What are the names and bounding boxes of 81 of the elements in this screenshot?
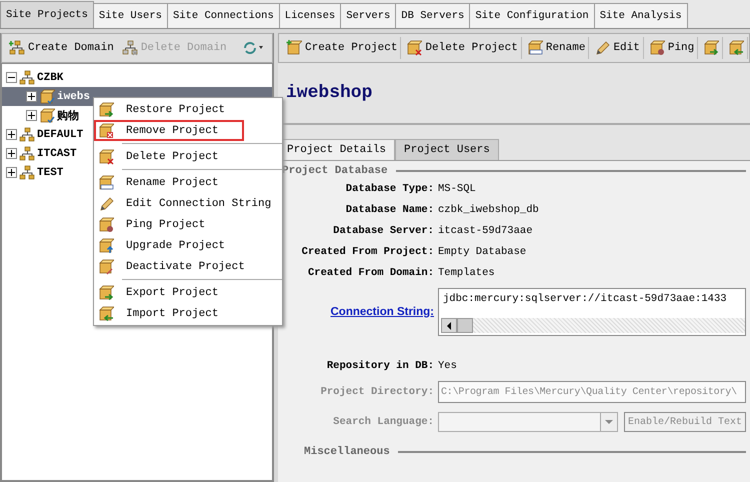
- field-value: itcast-59d73aae: [438, 225, 534, 237]
- menu-item[interactable]: Ping Project: [94, 214, 282, 235]
- refresh-icon: [241, 40, 265, 56]
- tab[interactable]: Servers: [340, 3, 396, 28]
- toolbar-button[interactable]: Edit: [591, 37, 644, 59]
- horizontal-scrollbar[interactable]: [441, 318, 745, 333]
- box-icon: [98, 122, 114, 138]
- menu-item[interactable]: Restore Project: [94, 99, 282, 120]
- box-icon: [39, 88, 55, 104]
- field-value: MS-SQL: [438, 183, 477, 195]
- box-icon: [703, 40, 720, 56]
- tab[interactable]: Site Connections: [166, 3, 280, 28]
- tree-item[interactable]: iwebs: [57, 90, 90, 102]
- toolbar-button[interactable]: Ping: [646, 37, 698, 59]
- expand-icon[interactable]: [6, 148, 17, 159]
- tree-item[interactable]: CZBK: [37, 72, 64, 84]
- tree-item[interactable]: TEST: [37, 166, 64, 178]
- field-value: czbk_iwebshop_db: [438, 204, 540, 216]
- box-icon: [98, 284, 114, 300]
- box-icon: [648, 40, 665, 56]
- tab[interactable]: Project Users: [395, 139, 499, 160]
- menu-item[interactable]: Deactivate Project: [94, 256, 282, 277]
- network-icon: [19, 164, 35, 180]
- network-icon: [19, 146, 35, 162]
- box-icon: [98, 306, 114, 322]
- menu-item[interactable]: Import Project: [94, 303, 282, 324]
- toolbar-button[interactable]: Rename: [524, 37, 590, 59]
- box-icon: [98, 174, 114, 190]
- section-title: Miscellaneous: [304, 446, 390, 458]
- expand-icon[interactable]: [26, 110, 37, 121]
- menu-item[interactable]: Remove Project: [94, 120, 244, 141]
- tab[interactable]: Site Configuration: [469, 3, 595, 28]
- field-label: Database Name:: [344, 204, 434, 216]
- network-icon: [19, 70, 35, 86]
- expand-icon[interactable]: [26, 91, 37, 102]
- tab[interactable]: Site Analysis: [594, 3, 688, 28]
- field-value: Templates: [438, 267, 496, 279]
- project-title: iwebshop: [286, 83, 372, 103]
- box-icon: [286, 40, 302, 56]
- box-icon: [98, 258, 114, 274]
- toolbar-button[interactable]: Delete Project: [403, 37, 522, 59]
- field-label: Database Type:: [344, 183, 434, 195]
- menu-item[interactable]: Rename Project: [94, 172, 282, 193]
- expand-icon[interactable]: [6, 129, 17, 140]
- connection-string-field[interactable]: jdbc:mercury:sqlserver://itcast-59d73aae:1433: [438, 288, 746, 336]
- tree-item[interactable]: DEFAULT: [37, 128, 84, 140]
- box-icon: [98, 148, 114, 164]
- box-icon: [98, 238, 114, 254]
- menu-item[interactable]: Export Project: [94, 282, 282, 303]
- menu-item[interactable]: Upgrade Project: [94, 235, 282, 256]
- toolbar-button[interactable]: Create Domain: [6, 37, 117, 59]
- field-label: Created From Domain:: [306, 267, 434, 279]
- box-icon: [406, 40, 422, 56]
- field-label: Database Server:: [332, 225, 434, 237]
- box-icon: [98, 216, 114, 232]
- connection-string-link[interactable]: Connection String:: [330, 306, 434, 318]
- box-icon: [98, 102, 114, 118]
- field-label: Search Language:: [332, 416, 434, 428]
- box-icon: [526, 40, 543, 56]
- field-label: Repository in DB:: [326, 360, 434, 372]
- tree-item[interactable]: ITCAST: [37, 148, 77, 160]
- field-label: Created From Project:: [300, 246, 434, 258]
- toolbar-button[interactable]: Create Project: [283, 37, 402, 59]
- box-icon: [728, 40, 744, 56]
- delete-domain-icon: [122, 40, 138, 56]
- expand-icon[interactable]: [6, 167, 17, 178]
- tab[interactable]: Licenses: [278, 3, 342, 28]
- menu-item[interactable]: Edit Connection String: [94, 193, 282, 214]
- pencil-icon: [98, 196, 114, 212]
- tree-item[interactable]: 购物: [57, 108, 79, 123]
- box-icon: [39, 108, 55, 124]
- tab[interactable]: Site Projects: [0, 1, 94, 28]
- field-value: Empty Database: [438, 246, 528, 258]
- field-value: Yes: [438, 360, 458, 372]
- pencil-icon: [594, 40, 610, 56]
- tab[interactable]: Site Users: [92, 3, 168, 28]
- tab[interactable]: DB Servers: [395, 3, 470, 28]
- field-label: Project Directory:: [320, 386, 434, 398]
- create-domain-icon: [9, 40, 25, 56]
- network-icon: [19, 126, 35, 142]
- collapse-icon[interactable]: [6, 72, 17, 83]
